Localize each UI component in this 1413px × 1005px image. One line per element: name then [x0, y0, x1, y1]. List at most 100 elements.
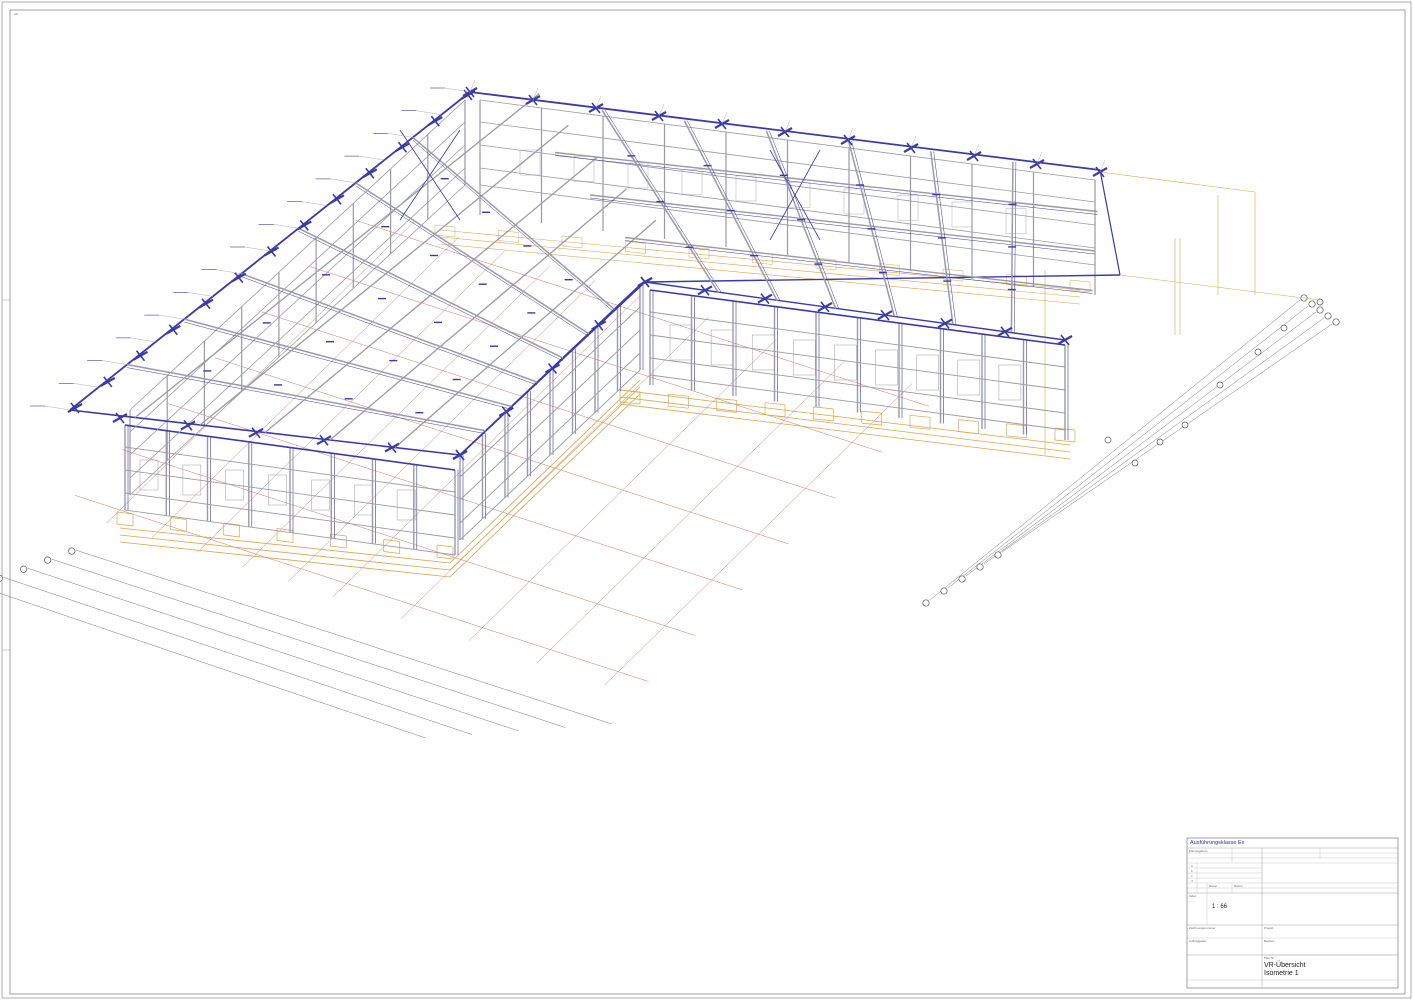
foundation-pad	[330, 545, 347, 549]
foundation-pad	[909, 414, 931, 418]
foundation-pad	[330, 533, 347, 537]
roof-purlin	[184, 318, 512, 408]
steel-frame	[69, 91, 1121, 556]
field-planungsbuero: Planungsbüro	[1189, 849, 1208, 853]
dimension-line	[51, 558, 566, 728]
drawing-title-line2: Isometrie 1	[1264, 970, 1299, 977]
grid-axis-marker	[1316, 306, 1324, 314]
foundation-pad	[958, 431, 979, 434]
window-opening	[396, 489, 416, 521]
window-opening	[793, 339, 816, 376]
foundation-pad	[436, 556, 454, 560]
foundation-pad	[561, 235, 583, 239]
dimension-line	[929, 299, 1301, 601]
foundation-beam	[449, 386, 641, 571]
roof-purlin	[298, 227, 564, 359]
title-block-header: Ausführungsklasse Ex	[1190, 840, 1245, 846]
field-index: Index	[1189, 894, 1197, 898]
wall-rail	[459, 329, 641, 501]
foundation-pad	[498, 240, 519, 243]
grid-axis-marker	[1332, 318, 1340, 326]
foundation-pad	[116, 511, 134, 515]
foundation-pad	[116, 523, 134, 527]
leader-line	[187, 292, 213, 297]
leader-line	[159, 314, 185, 320]
foundation-beam	[619, 403, 1071, 460]
foundation-pad	[1069, 279, 1091, 283]
connection-node	[115, 412, 125, 424]
field-auftraggeber: Auftraggeber	[1189, 939, 1207, 943]
frame-details	[30, 79, 1108, 521]
foundation-pad	[861, 410, 882, 414]
field-name: Name	[1209, 884, 1218, 888]
field-plan-nr: Plan-Nr	[1264, 956, 1275, 960]
leader-line	[130, 337, 156, 343]
dimension-line	[27, 568, 519, 732]
title-block-row-b: b	[1191, 869, 1193, 873]
grid-axis-marker	[1280, 324, 1288, 332]
roof-purlin	[624, 240, 1093, 294]
wall-rail	[129, 144, 466, 456]
dimension-line	[0, 593, 426, 739]
grid-axis-marker	[20, 565, 28, 573]
roof-beam	[1099, 169, 1121, 276]
window-opening	[897, 195, 919, 221]
dimension-lines	[0, 294, 1340, 739]
leader-line	[444, 87, 471, 93]
dimension-line	[75, 549, 612, 725]
foundation-beam	[119, 527, 451, 564]
foundation-pad	[561, 245, 583, 249]
roof-beam	[644, 274, 1121, 283]
dimension-line	[965, 311, 1317, 577]
grid-axis-marker	[68, 547, 76, 555]
foundation-beam	[619, 389, 1071, 446]
foundation-pad	[625, 251, 646, 254]
roof-purlin	[184, 321, 512, 410]
window-opening	[139, 459, 159, 491]
grid-axis-marker	[940, 587, 948, 595]
leader-line	[273, 224, 299, 229]
sheet-format-label: A0	[14, 12, 18, 16]
leader-line	[416, 110, 442, 115]
window-opening	[710, 329, 734, 366]
wall-rail	[129, 99, 466, 411]
foundation-pad	[1054, 439, 1076, 443]
foundation-pad	[383, 539, 400, 542]
field-projekt: Projekt	[1264, 926, 1274, 930]
roof-purlin	[127, 367, 486, 434]
leader-line	[302, 201, 328, 206]
leader-line	[73, 383, 99, 388]
foundation-beam	[1119, 274, 1321, 301]
foundation-pad	[958, 419, 979, 422]
title-block-row-a: a	[1191, 864, 1193, 868]
dimension-line	[947, 305, 1309, 589]
foundation-beam	[119, 534, 451, 571]
title-block-row-c: c	[1191, 874, 1193, 878]
grid-axis-marker	[1216, 381, 1224, 389]
roof-purlin	[241, 272, 538, 383]
leader-line	[330, 178, 356, 184]
window-opening	[951, 201, 973, 228]
drawing-title-line1: VR-Übersicht	[1264, 962, 1306, 969]
wall-rail	[129, 121, 466, 433]
leader-line	[102, 360, 128, 365]
grid-axis-marker	[1324, 312, 1332, 320]
foundation-pad	[276, 540, 294, 543]
roof-purlin	[624, 236, 1093, 292]
title-block-row-d: d	[1191, 879, 1193, 883]
drawing-sheet: A0 Ausführungsklasse Ex a b c d Planungs…	[0, 0, 1413, 1000]
grid-axis-marker	[922, 599, 930, 607]
roof-rafter	[264, 156, 598, 434]
roof-purlin	[589, 197, 1096, 255]
roof-beam	[644, 281, 1066, 341]
dimension-line	[1001, 323, 1333, 553]
field-zeichnungsnummer: Zeichnungsnummer	[1189, 926, 1216, 930]
foundation-pad	[668, 405, 689, 409]
grid-axis-marker	[44, 556, 52, 564]
foundation-beam	[1099, 171, 1256, 193]
grid-axis-marker	[1131, 459, 1139, 467]
foundation-pad	[764, 414, 786, 418]
foundation-beam	[449, 393, 641, 578]
roof-purlin	[241, 276, 538, 386]
foundation-beam	[449, 379, 641, 564]
